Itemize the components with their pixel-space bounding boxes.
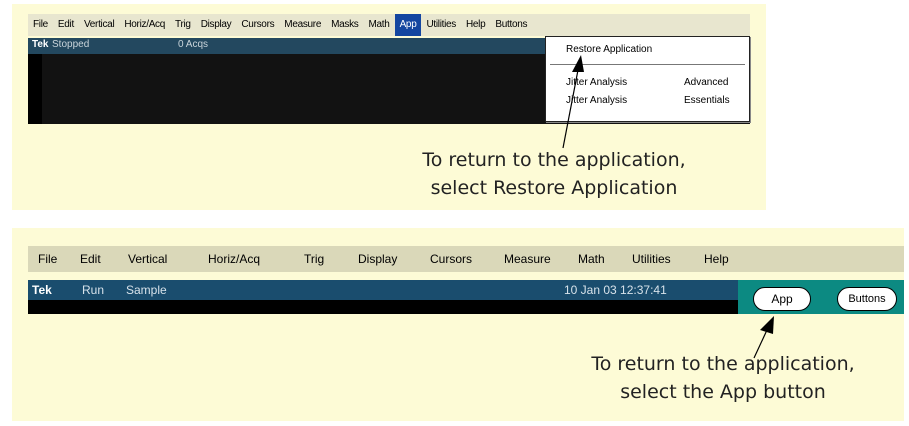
bottom-arrow-icon [753,316,774,359]
pointer-arrows [562,55,774,359]
top-arrow-icon [562,55,584,149]
